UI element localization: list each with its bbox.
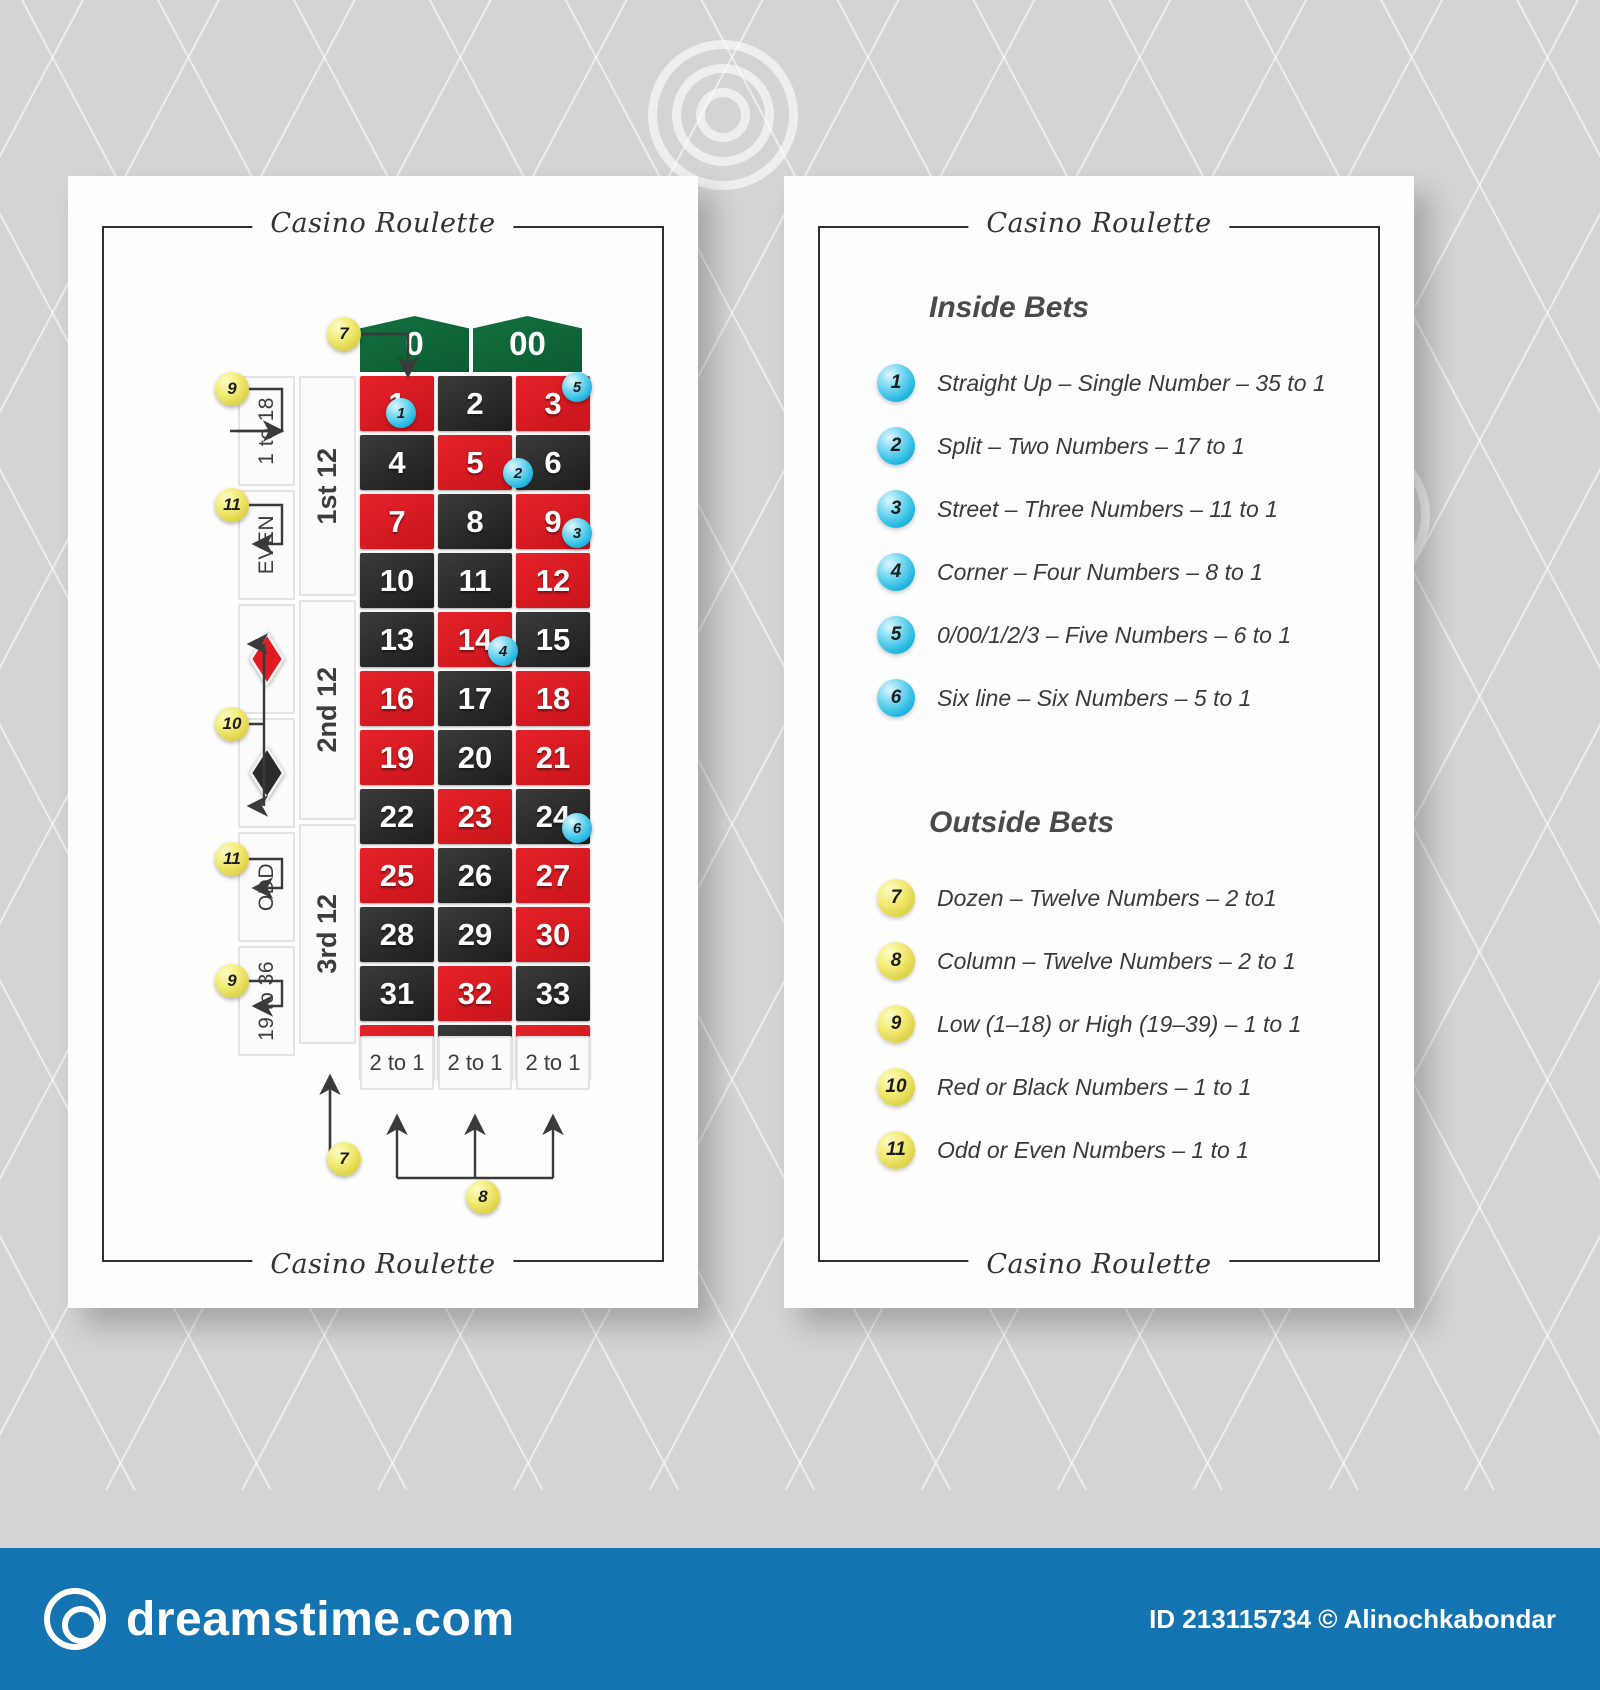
legend-item-8: 8 Column – Twelve Numbers – 2 to 1 [877,942,1296,980]
watermark-spiral [696,88,750,142]
legend-text-3: Street – Three Numbers – 11 to 1 [937,495,1278,522]
callout-marker-11[interactable]: 11 [215,488,249,522]
callout-marker-1[interactable]: 1 [386,398,416,428]
callout-marker-3[interactable]: 3 [562,518,592,548]
callout-marker-6[interactable]: 6 [562,813,592,843]
callout-marker-7[interactable]: 7 [327,317,361,351]
legend-bullet-5: 5 [877,616,915,654]
outside-bets-heading: Outside Bets [929,806,1115,839]
callout-marker-8[interactable]: 8 [466,1180,500,1214]
legend-text-9: Low (1–18) or High (19–39) – 1 to 1 [937,1010,1302,1037]
dreamstime-brand-name: dreamstime.com [126,1592,515,1646]
legend-text-8: Column – Twelve Numbers – 2 to 1 [937,947,1296,974]
dreamstime-footer: dreamstime.com ID 213115734 © Alinochkab… [0,1548,1600,1690]
legend-item-11: 11 Odd or Even Numbers – 1 to 1 [877,1131,1249,1169]
legend-bullet-3: 3 [877,490,915,528]
legend-bullet-1: 1 [877,364,915,402]
bets-legend-card: Casino Roulette Casino Roulette Inside B… [784,176,1414,1308]
callout-connectors [230,332,564,1180]
dreamstime-spiral-logo-icon [44,1588,106,1650]
callout-marker-5[interactable]: 5 [562,372,592,402]
inside-bets-heading: Inside Bets [929,291,1090,324]
legend-bullet-8: 8 [877,942,915,980]
legend-text-6: Six line – Six Numbers – 5 to 1 [937,684,1252,711]
legend-text-4: Corner – Four Numbers – 8 to 1 [937,558,1263,585]
legend-text-7: Dozen – Twelve Numbers – 2 to1 [937,884,1277,911]
legend-item-6: 6 Six line – Six Numbers – 5 to 1 [877,679,1251,717]
legend-item-4: 4 Corner – Four Numbers – 8 to 1 [877,553,1263,591]
callout-marker-11[interactable]: 11 [215,842,249,876]
legend-bullet-7: 7 [877,879,915,917]
callout-marker-9[interactable]: 9 [215,372,249,406]
callout-marker-2[interactable]: 2 [503,458,533,488]
legend-bullet-4: 4 [877,553,915,591]
watermark-spiral [672,64,774,166]
legend-item-10: 10 Red or Black Numbers – 1 to 1 [877,1068,1251,1106]
callout-marker-7[interactable]: 7 [327,1142,361,1176]
legend-item-5: 5 0/00/1/2/3 – Five Numbers – 6 to 1 [877,616,1291,654]
legend-item-2: 2 Split – Two Numbers – 17 to 1 [877,427,1245,465]
legend-item-3: 3 Street – Three Numbers – 11 to 1 [877,490,1278,528]
legend-bullet-6: 6 [877,679,915,717]
dreamstime-brand: dreamstime.com [44,1588,515,1650]
legend-text-11: Odd or Even Numbers – 1 to 1 [937,1136,1249,1163]
legend-item-1: 1 Straight Up – Single Number – 35 to 1 [877,364,1326,402]
legend-bullet-2: 2 [877,427,915,465]
legend-bullet-10: 10 [877,1068,915,1106]
legend-text-2: Split – Two Numbers – 17 to 1 [937,432,1245,459]
watermark-spiral [648,40,798,190]
legend-item-9: 9 Low (1–18) or High (19–39) – 1 to 1 [877,1005,1301,1043]
legend-item-7: 7 Dozen – Twelve Numbers – 2 to1 [877,879,1277,917]
legend-text-10: Red or Black Numbers – 1 to 1 [937,1073,1252,1100]
legend-text-1: Straight Up – Single Number – 35 to 1 [937,369,1326,396]
legend-text-5: 0/00/1/2/3 – Five Numbers – 6 to 1 [937,621,1292,648]
bets-legend: Inside Bets Outside Bets 1 Straight Up – … [784,176,1414,1308]
legend-bullet-9: 9 [877,1005,915,1043]
callout-marker-4[interactable]: 4 [488,636,518,666]
roulette-layout: 0 00 1 to 18 EVEN ODD 19 to 36 1st 12 2n… [68,176,698,1308]
legend-bullet-11: 11 [877,1131,915,1169]
callout-marker-9[interactable]: 9 [215,964,249,998]
image-credit: ID 213115734 © Alinochkabondar [1149,1603,1556,1634]
callout-marker-10[interactable]: 10 [215,707,249,741]
roulette-table-card: Casino Roulette Casino Roulette 0 00 1 t… [68,176,698,1308]
